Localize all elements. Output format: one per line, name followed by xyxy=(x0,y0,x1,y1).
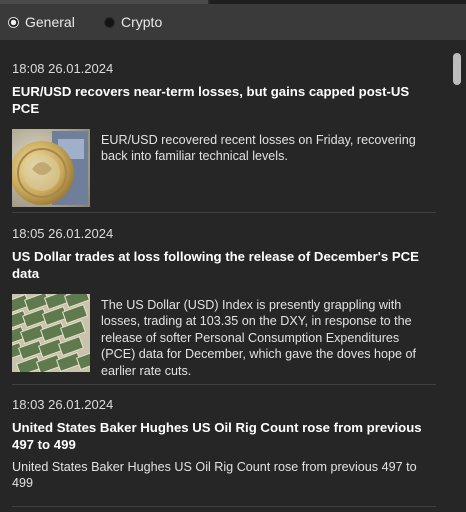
news-timestamp: 18:03 26.01.2024 xyxy=(12,397,114,412)
tab-strip-segment xyxy=(210,0,466,4)
radio-unselected-icon xyxy=(104,16,115,28)
divider xyxy=(12,384,436,385)
news-title[interactable]: EUR/USD recovers near-term losses, but g… xyxy=(12,83,436,117)
tab-strip-segment xyxy=(0,0,208,4)
divider xyxy=(12,212,436,213)
divider xyxy=(12,506,436,507)
news-summary: United States Baker Hughes US Oil Rig Co… xyxy=(12,460,417,491)
scrollbar[interactable] xyxy=(448,40,466,512)
news-feed[interactable]: 18:08 26.01.2024 EUR/USD recovers near-t… xyxy=(0,40,448,512)
news-item[interactable]: 18:05 26.01.2024 US Dollar trades at los… xyxy=(12,225,436,379)
radio-selected-icon xyxy=(8,16,19,28)
radio-crypto[interactable]: Crypto xyxy=(104,12,162,32)
top-bar: General Crypto xyxy=(0,0,466,40)
news-title[interactable]: United States Baker Hughes US Oil Rig Co… xyxy=(12,419,436,453)
tab-strip xyxy=(0,0,466,4)
news-item[interactable]: 18:03 26.01.2024 United States Baker Hug… xyxy=(12,396,436,492)
news-summary: EUR/USD recovered recent losses on Frida… xyxy=(101,133,416,164)
news-timestamp: 18:05 26.01.2024 xyxy=(12,226,114,241)
news-item[interactable]: 18:08 26.01.2024 EUR/USD recovers near-t… xyxy=(12,60,436,207)
euro-coin-image xyxy=(12,129,90,207)
radio-crypto-label: Crypto xyxy=(121,14,163,30)
dollar-bills-image xyxy=(12,294,90,372)
news-timestamp: 18:08 26.01.2024 xyxy=(12,61,114,76)
radio-general-label: General xyxy=(25,14,75,30)
news-title[interactable]: US Dollar trades at loss following the r… xyxy=(12,248,436,282)
news-summary: The US Dollar (USD) Index is presently g… xyxy=(101,298,417,378)
radio-general[interactable]: General xyxy=(8,12,75,32)
scrollbar-thumb[interactable] xyxy=(453,53,461,85)
